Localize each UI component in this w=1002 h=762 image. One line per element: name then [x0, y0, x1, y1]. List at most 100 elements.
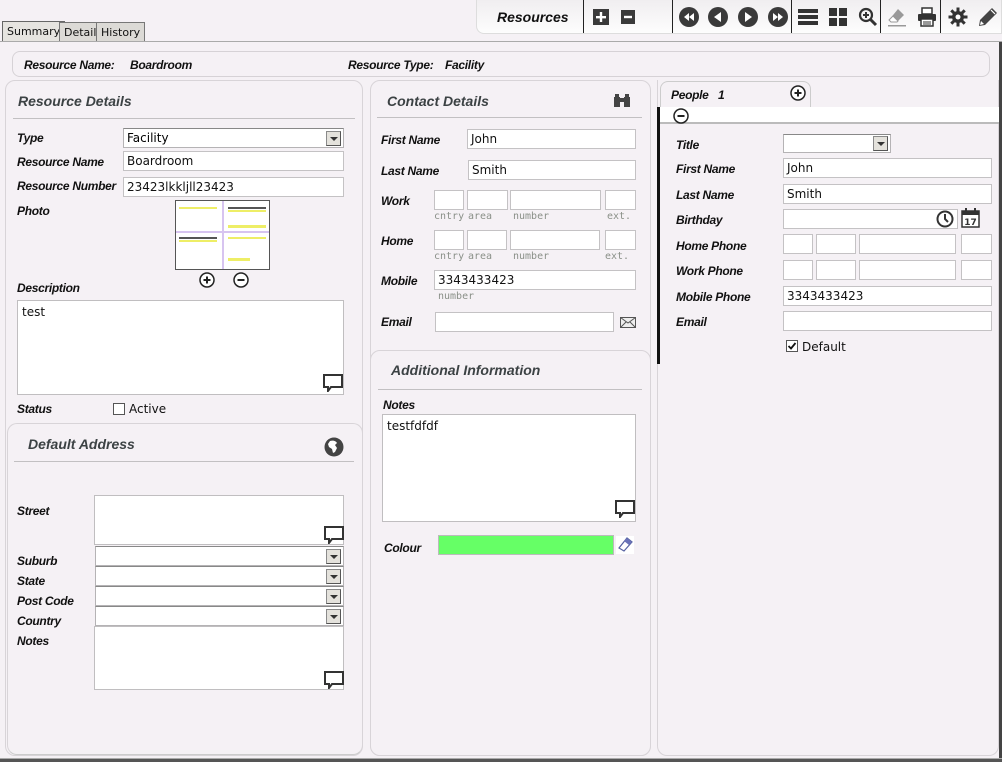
envelope-icon[interactable]: [620, 317, 636, 328]
last-name-label: Last Name: [381, 164, 439, 178]
photo-thumbnail[interactable]: [175, 200, 270, 270]
person-home-ext-input[interactable]: [961, 234, 992, 254]
mobile-label: Mobile: [381, 274, 418, 288]
edit-button[interactable]: [977, 6, 999, 28]
chevron-down-icon[interactable]: [326, 569, 341, 584]
comment-icon[interactable]: [615, 500, 635, 518]
delete-record-button[interactable]: [617, 6, 639, 28]
country-select[interactable]: [95, 606, 344, 626]
chevron-down-icon[interactable]: [326, 589, 341, 604]
person-work-country-input[interactable]: [783, 260, 813, 280]
printer-icon: [918, 7, 936, 27]
hint-ext: ext.: [605, 251, 630, 262]
contact-last-name-input[interactable]: Smith: [468, 160, 636, 180]
resource-number-input[interactable]: 23423lkkljll23423: [123, 177, 344, 197]
title-select[interactable]: [783, 134, 891, 153]
people-tab[interactable]: People 1: [660, 81, 811, 107]
remove-person-button[interactable]: [673, 108, 689, 124]
next-record-button[interactable]: [737, 6, 759, 28]
chevron-down-icon[interactable]: [326, 549, 341, 564]
work-phone-label: Work: [381, 194, 410, 208]
colour-swatch[interactable]: [438, 535, 614, 555]
resource-name-field-label: Resource Name: [17, 155, 104, 169]
eraser-icon[interactable]: [616, 536, 634, 554]
last-record-button[interactable]: [767, 6, 789, 28]
fast-forward-icon: [768, 7, 788, 27]
work-area-code-input[interactable]: [467, 190, 508, 210]
previous-record-button[interactable]: [707, 6, 729, 28]
add-photo-button[interactable]: [199, 272, 215, 288]
person-email-input[interactable]: [783, 311, 992, 331]
contact-email-input[interactable]: [435, 312, 614, 332]
toolbar: Resources: [476, 0, 1002, 34]
default-checkbox-label: Default: [802, 340, 846, 354]
country-label: Country: [17, 614, 61, 628]
post-code-label: Post Code: [17, 594, 74, 608]
work-phone-label: Work Phone: [676, 264, 743, 278]
person-first-name-input[interactable]: John: [783, 158, 992, 178]
toolbar-separator: [583, 0, 584, 33]
work-ext-input[interactable]: [605, 190, 636, 210]
toolbar-title: Resources: [497, 9, 569, 25]
birthday-input[interactable]: [783, 209, 958, 229]
home-area-code-input[interactable]: [467, 230, 507, 250]
contact-first-name-input[interactable]: John: [467, 129, 636, 149]
person-work-number-input[interactable]: [859, 260, 956, 280]
person-work-area-input[interactable]: [816, 260, 856, 280]
default-checkbox[interactable]: [786, 340, 798, 352]
comment-icon[interactable]: [323, 374, 343, 392]
active-checkbox-label: Active: [129, 402, 167, 416]
add-person-button[interactable]: [790, 85, 806, 101]
tab-history[interactable]: History: [96, 22, 146, 41]
first-record-button[interactable]: [678, 6, 700, 28]
zoom-button[interactable]: [857, 6, 879, 28]
divider: [378, 389, 642, 390]
remove-photo-button[interactable]: [233, 272, 249, 288]
grid-view-button[interactable]: [827, 6, 849, 28]
binoculars-icon[interactable]: [614, 94, 630, 107]
settings-button[interactable]: [947, 6, 969, 28]
summary-bar: Resource Name: Boardroom Resource Type: …: [12, 51, 990, 77]
home-ext-input[interactable]: [605, 230, 636, 250]
person-home-number-input[interactable]: [859, 234, 956, 254]
post-code-select[interactable]: [95, 586, 344, 606]
person-home-country-input[interactable]: [783, 234, 813, 254]
list-view-button[interactable]: [797, 6, 819, 28]
person-last-name-input[interactable]: Smith: [783, 184, 992, 204]
colour-label: Colour: [384, 541, 421, 555]
resource-name-input[interactable]: Boardroom: [123, 151, 344, 171]
home-number-input[interactable]: [510, 230, 600, 250]
suburb-select[interactable]: [95, 546, 344, 566]
person-home-area-input[interactable]: [816, 234, 856, 254]
clock-icon[interactable]: [936, 210, 954, 228]
chevron-down-icon[interactable]: [873, 136, 888, 151]
divider: [13, 118, 355, 119]
mobile-number-input[interactable]: 3343433423: [434, 270, 636, 290]
active-checkbox[interactable]: [113, 403, 125, 415]
chevron-down-icon[interactable]: [326, 131, 341, 146]
home-country-code-input[interactable]: [434, 230, 464, 250]
person-mobile-phone-input[interactable]: 3343433423: [783, 286, 992, 306]
work-number-input[interactable]: [510, 190, 601, 210]
tab-summary[interactable]: Summary: [2, 21, 66, 42]
clear-button[interactable]: [886, 6, 908, 28]
state-select[interactable]: [95, 566, 344, 586]
notes-textarea[interactable]: testfdfdf: [382, 414, 636, 522]
play-icon: [738, 7, 758, 27]
print-button[interactable]: [916, 6, 938, 28]
chevron-down-icon[interactable]: [326, 609, 341, 624]
globe-icon[interactable]: [324, 437, 344, 457]
calendar-icon[interactable]: 17: [961, 208, 980, 228]
person-work-ext-input[interactable]: [961, 260, 992, 280]
street-textarea[interactable]: [94, 495, 344, 545]
address-notes-textarea[interactable]: [94, 626, 344, 690]
type-select[interactable]: Facility: [123, 128, 344, 148]
comment-icon[interactable]: [324, 671, 344, 689]
description-textarea[interactable]: test: [17, 300, 344, 395]
work-country-code-input[interactable]: [434, 190, 464, 210]
add-record-button[interactable]: [590, 6, 612, 28]
person-first-name-label: First Name: [676, 162, 736, 176]
description-label: Description: [17, 281, 80, 295]
comment-icon[interactable]: [324, 526, 344, 544]
people-count: 1: [718, 88, 725, 102]
